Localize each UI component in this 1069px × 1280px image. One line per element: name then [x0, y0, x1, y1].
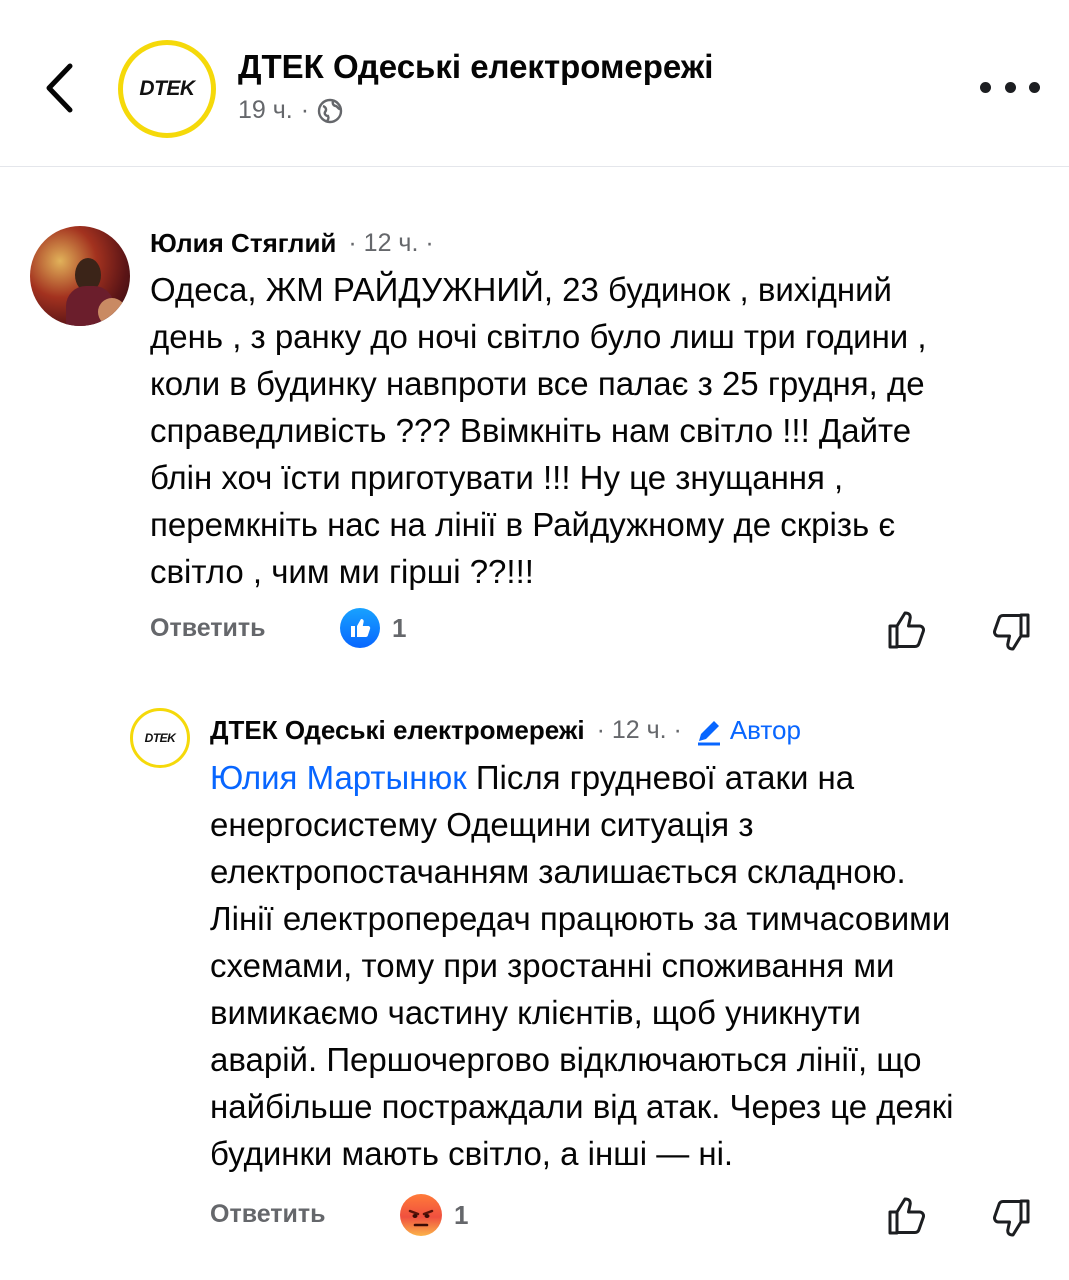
page-name[interactable]: ДТЕК Одеські електромережі — [238, 48, 713, 86]
post-header: DTEK ДТЕК Одеські електромережі 19 ч. · — [0, 0, 1069, 167]
reply-text: Юлия Мартынюк Після грудневої атаки на е… — [210, 759, 954, 1172]
author-badge-label: Автор — [729, 715, 801, 745]
thumbs-up-icon — [888, 611, 925, 649]
reply-button-2[interactable]: Ответить — [210, 1200, 326, 1229]
dtek-logo-small: DTEK — [144, 731, 176, 745]
reply-upvote-button[interactable] — [886, 1194, 930, 1238]
page-avatar[interactable]: DTEK — [118, 40, 216, 138]
thumbs-down-icon — [993, 1199, 1030, 1237]
back-button[interactable] — [34, 58, 84, 118]
like-icon — [340, 608, 380, 648]
author-badge: Автор — [694, 715, 801, 746]
reply-button[interactable]: Ответить — [150, 614, 266, 643]
more-options-button[interactable] — [980, 72, 1040, 102]
mention-link[interactable]: Юлия Мартынюк — [210, 759, 467, 796]
thumbs-up-icon — [888, 1197, 925, 1235]
reply-downvote-button[interactable] — [988, 1196, 1032, 1240]
angry-icon — [400, 1194, 442, 1236]
comment-time: · 12 ч. · — [348, 229, 434, 257]
reaction-count: 1 — [392, 612, 407, 643]
more-icon — [980, 81, 991, 93]
comment-author: Юлия Стяглий · 12 ч. · — [150, 228, 434, 259]
reply-author-name[interactable]: ДТЕК Одеські електромережі — [210, 715, 585, 746]
back-arrow-icon — [46, 63, 73, 113]
comment-actions: Ответить — [150, 614, 266, 643]
reply-actions: Ответить — [210, 1200, 326, 1229]
reply-author-avatar[interactable]: DTEK — [130, 708, 190, 768]
comment-text: Одеса, ЖМ РАЙДУЖНИЙ, 23 будинок , вихідн… — [150, 271, 927, 590]
reply-author: ДТЕК Одеські електромережі · 12 ч. · Авт… — [210, 715, 801, 746]
meta-separator: · — [300, 96, 310, 124]
reply-reaction-summary[interactable]: 1 — [400, 1194, 468, 1236]
comment-author-name[interactable]: Юлия Стяглий — [150, 228, 336, 259]
dtek-logo: DTEK — [139, 77, 195, 100]
pencil-icon — [697, 720, 720, 745]
thumbs-down-icon — [993, 613, 1030, 651]
globe-icon — [317, 98, 343, 123]
post-meta: 19 ч. · — [238, 96, 343, 125]
reply-reaction-count: 1 — [454, 1199, 469, 1230]
commenter-avatar[interactable] — [30, 226, 130, 326]
downvote-button[interactable] — [988, 610, 1032, 654]
post-time: 19 ч. — [238, 96, 293, 124]
upvote-button[interactable] — [886, 608, 930, 652]
reaction-summary[interactable]: 1 — [340, 608, 406, 648]
reply-time: · 12 ч. · — [596, 716, 682, 744]
